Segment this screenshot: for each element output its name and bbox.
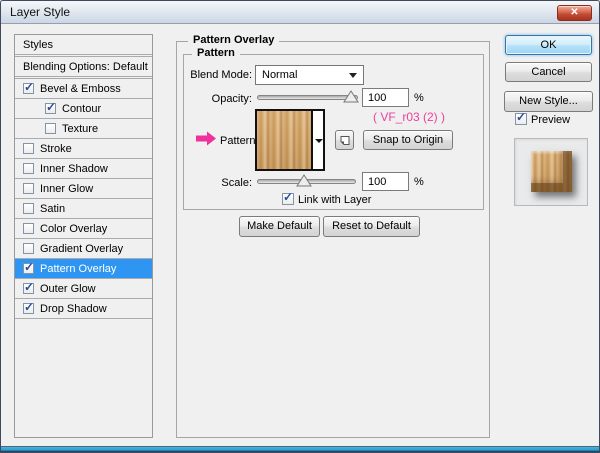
- sidebar-item-color-overlay[interactable]: Color Overlay: [15, 219, 152, 239]
- unchecked-checkbox-icon[interactable]: [23, 223, 34, 234]
- annotation-arrow-icon: [196, 131, 217, 149]
- sidebar-item-label: Outer Glow: [40, 282, 96, 295]
- scale-label: Scale:: [221, 177, 252, 189]
- sidebar-item-pattern-overlay[interactable]: Pattern Overlay: [15, 259, 152, 279]
- panel-title: Pattern Overlay: [188, 34, 280, 46]
- opacity-label: Opacity:: [211, 93, 252, 105]
- sidebar-item-label: Bevel & Emboss: [40, 82, 121, 95]
- title-bar: Layer Style ✕: [1, 1, 599, 24]
- pattern-swatch-picker[interactable]: [255, 109, 325, 171]
- sidebar-item-blending-options-default[interactable]: Blending Options: Default: [15, 57, 152, 77]
- close-icon: ✕: [570, 7, 579, 18]
- cancel-button[interactable]: Cancel: [505, 62, 592, 82]
- unchecked-checkbox-icon[interactable]: [23, 183, 34, 194]
- new-pattern-button[interactable]: [335, 130, 354, 150]
- sidebar-item-label: Styles: [23, 38, 53, 51]
- unchecked-checkbox-icon[interactable]: [23, 203, 34, 214]
- sidebar-item-bevel-emboss[interactable]: Bevel & Emboss: [15, 79, 152, 99]
- sidebar-item-label: Inner Shadow: [40, 162, 108, 175]
- checked-checkbox-icon[interactable]: [23, 260, 34, 274]
- new-style-button[interactable]: New Style...: [504, 91, 593, 112]
- blend-mode-select[interactable]: Normal: [255, 65, 364, 85]
- pattern-overlay-panel: Pattern Overlay Pattern Blend Mode: Norm…: [176, 34, 490, 438]
- sidebar-item-label: Inner Glow: [40, 182, 94, 195]
- pattern-group: Pattern Blend Mode: Normal Opacity: % Pa…: [183, 47, 484, 210]
- sidebar-item-label: Texture: [62, 122, 99, 135]
- link-with-layer-checkbox[interactable]: [282, 190, 294, 205]
- sidebar-item-label: Contour: [62, 102, 102, 115]
- chevron-down-icon: [349, 73, 357, 78]
- sidebar-item-gradient-overlay[interactable]: Gradient Overlay: [15, 239, 152, 259]
- sidebar-item-label: Drop Shadow: [40, 302, 107, 315]
- sidebar-item-label: Gradient Overlay: [40, 242, 124, 255]
- sidebar-item-label: Stroke: [40, 142, 72, 155]
- scale-input[interactable]: [362, 172, 409, 191]
- blend-mode-value: Normal: [262, 69, 298, 81]
- opacity-unit: %: [414, 92, 424, 104]
- opacity-input[interactable]: [362, 88, 409, 107]
- unchecked-checkbox-icon[interactable]: [23, 243, 34, 254]
- pattern-swatch-dropdown[interactable]: [311, 111, 323, 169]
- window-bottom-border: [1, 446, 599, 452]
- layer-style-dialog: Layer Style ✕ Styles Blending Options: De…: [0, 0, 600, 453]
- make-default-button[interactable]: Make Default: [239, 216, 320, 237]
- checked-checkbox-icon[interactable]: [23, 80, 34, 94]
- opacity-slider-thumb[interactable]: [343, 90, 359, 106]
- unchecked-checkbox-icon[interactable]: [23, 143, 34, 154]
- snap-to-origin-button[interactable]: Snap to Origin: [363, 130, 453, 150]
- checked-checkbox-icon[interactable]: [45, 100, 56, 114]
- pattern-label: Pattern:: [220, 135, 259, 147]
- new-preset-icon: [340, 135, 350, 145]
- checked-checkbox-icon[interactable]: [23, 300, 34, 314]
- preview-checkbox[interactable]: [515, 110, 527, 125]
- blend-mode-label: Blend Mode:: [190, 69, 252, 81]
- style-preview-thumbnail: [514, 138, 588, 206]
- style-preview-sample: [531, 151, 572, 192]
- pattern-swatch-image: [257, 111, 311, 169]
- pattern-annotation: ( VF_r03 (2) ): [372, 110, 445, 124]
- preview-label: Preview: [531, 114, 571, 126]
- sidebar-item-satin[interactable]: Satin: [15, 199, 152, 219]
- sidebar-item-styles[interactable]: Styles: [15, 35, 152, 55]
- link-with-layer-label: Link with Layer: [298, 194, 372, 206]
- styles-list: Styles Blending Options: Default Bevel & E…: [14, 34, 153, 438]
- checked-checkbox-icon[interactable]: [23, 280, 34, 294]
- unchecked-checkbox-icon[interactable]: [45, 123, 56, 134]
- unchecked-checkbox-icon[interactable]: [23, 163, 34, 174]
- sidebar-item-stroke[interactable]: Stroke: [15, 139, 152, 159]
- group-title: Pattern: [192, 47, 240, 59]
- sidebar-item-label: Pattern Overlay: [40, 262, 117, 275]
- reset-to-default-button[interactable]: Reset to Default: [323, 216, 420, 237]
- chevron-down-icon: [315, 139, 323, 143]
- sidebar-item-label: Satin: [40, 202, 66, 215]
- sidebar-item-contour[interactable]: Contour: [15, 99, 152, 119]
- sidebar-item-outer-glow[interactable]: Outer Glow: [15, 279, 152, 299]
- sidebar-item-inner-shadow[interactable]: Inner Shadow: [15, 159, 152, 179]
- window-title: Layer Style: [10, 5, 71, 19]
- sidebar-item-inner-glow[interactable]: Inner Glow: [15, 179, 152, 199]
- sidebar-item-drop-shadow[interactable]: Drop Shadow: [15, 299, 152, 319]
- scale-slider-thumb[interactable]: [296, 174, 312, 190]
- close-button[interactable]: ✕: [557, 5, 592, 21]
- ok-button[interactable]: OK: [505, 35, 592, 55]
- sidebar-item-texture[interactable]: Texture: [15, 119, 152, 139]
- sidebar-item-label: Color Overlay: [40, 222, 108, 235]
- scale-unit: %: [414, 176, 424, 188]
- sidebar-item-label: Blending Options: Default: [23, 60, 148, 73]
